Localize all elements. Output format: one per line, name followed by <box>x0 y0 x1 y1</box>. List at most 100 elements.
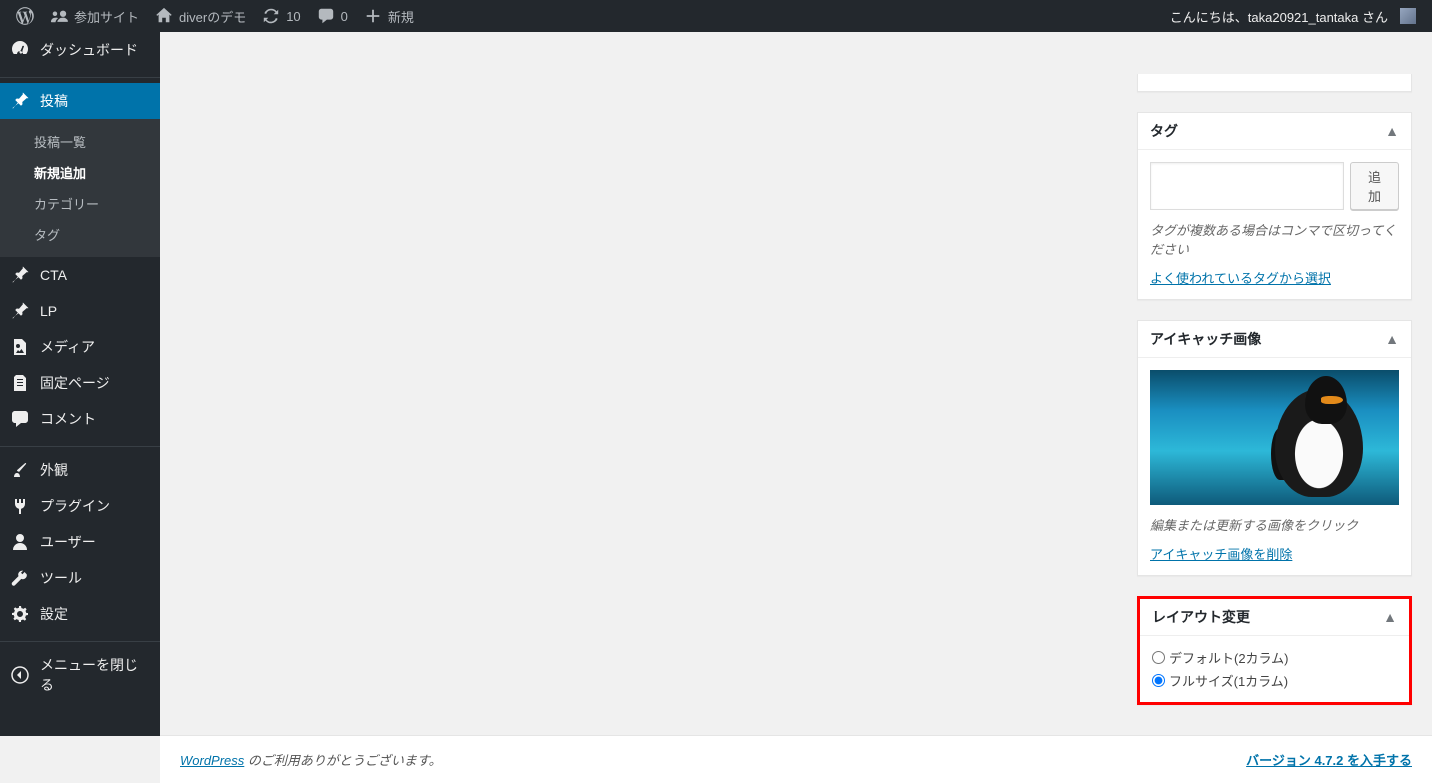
menu-lp[interactable]: LP <box>0 293 160 329</box>
layout-options: デフォルト(2カラム) フルサイズ(1カラム) <box>1152 648 1397 690</box>
toggle-icon[interactable]: ▲ <box>1385 331 1399 347</box>
layout-default-label: デフォルト(2カラム) <box>1169 648 1289 667</box>
layout-default-option[interactable]: デフォルト(2カラム) <box>1152 648 1289 667</box>
toggle-icon[interactable]: ▲ <box>1385 123 1399 139</box>
new-content[interactable]: 新規 <box>356 0 422 32</box>
editor-area <box>160 64 1137 735</box>
menu-users[interactable]: ユーザー <box>0 524 160 560</box>
menu-lp-label: LP <box>40 303 57 319</box>
footer-thanks-text: のご利用ありがとうございます。 <box>244 753 441 768</box>
submenu-categories[interactable]: カテゴリー <box>0 188 160 219</box>
featured-header: アイキャッチ画像 ▲ <box>1138 321 1411 358</box>
layout-body: デフォルト(2カラム) フルサイズ(1カラム) <box>1140 636 1409 702</box>
comment-icon <box>10 409 30 429</box>
user-icon <box>10 532 30 552</box>
menu-cta[interactable]: CTA <box>0 257 160 293</box>
choose-tags-link[interactable]: よく使われているタグから選択 <box>1150 271 1331 286</box>
menu-posts[interactable]: 投稿 <box>0 83 160 119</box>
layout-full-radio[interactable] <box>1152 674 1165 687</box>
admin-bar: 参加サイト diverのデモ 10 0 新規 こんにちは、taka20921_t… <box>0 0 1432 32</box>
new-label: 新規 <box>388 7 414 26</box>
menu-media[interactable]: メディア <box>0 329 160 365</box>
metabox-column: タグ ▲ 追加 タグが複数ある場合はコンマで区切ってください よく使われているタ… <box>1137 64 1432 735</box>
toggle-icon[interactable]: ▲ <box>1383 609 1397 625</box>
site-name[interactable]: diverのデモ <box>147 0 254 32</box>
empty-postbox <box>1137 74 1412 92</box>
submenu-posts: 投稿一覧 新規追加 カテゴリー タグ <box>0 119 160 257</box>
menu-tools[interactable]: ツール <box>0 560 160 596</box>
tags-metabox: タグ ▲ 追加 タグが複数ある場合はコンマで区切ってください よく使われているタ… <box>1137 112 1412 300</box>
layout-full-option[interactable]: フルサイズ(1カラム) <box>1152 671 1288 690</box>
my-sites[interactable]: 参加サイト <box>42 0 147 32</box>
plus-icon <box>364 7 382 25</box>
menu-collapse[interactable]: メニューを閉じる <box>0 647 160 703</box>
wp-logo[interactable] <box>8 0 42 32</box>
tag-input[interactable] <box>1150 162 1344 210</box>
network-icon <box>50 7 68 25</box>
admin-bar-left: 参加サイト diverのデモ 10 0 新規 <box>8 0 422 32</box>
add-tag-button[interactable]: 追加 <box>1350 162 1399 210</box>
my-account[interactable]: こんにちは、taka20921_tantaka さん <box>1162 0 1424 32</box>
menu-dashboard[interactable]: ダッシュボード <box>0 32 160 68</box>
menu-users-label: ユーザー <box>40 532 96 552</box>
content-area: タグ ▲ 追加 タグが複数ある場合はコンマで区切ってください よく使われているタ… <box>160 64 1432 735</box>
layout-full-label: フルサイズ(1カラム) <box>1169 671 1288 690</box>
layout-header: レイアウト変更 ▲ <box>1140 599 1409 636</box>
media-icon <box>10 337 30 357</box>
menu-separator <box>0 637 160 642</box>
wordpress-icon <box>16 7 34 25</box>
wrench-icon <box>10 568 30 588</box>
menu-plugins[interactable]: プラグイン <box>0 488 160 524</box>
site-name-label: diverのデモ <box>179 7 246 26</box>
remove-featured-link[interactable]: アイキャッチ画像を削除 <box>1150 547 1292 562</box>
admin-footer: WordPress のご利用ありがとうございます。 バージョン 4.7.2 を入… <box>160 735 1432 783</box>
dashboard-icon <box>10 40 30 60</box>
avatar <box>1400 8 1416 24</box>
menu-dashboard-label: ダッシュボード <box>40 40 138 60</box>
page-icon <box>10 373 30 393</box>
settings-icon <box>10 604 30 624</box>
submenu-all-posts[interactable]: 投稿一覧 <box>0 126 160 157</box>
admin-sidebar: ダッシュボード 投稿 投稿一覧 新規追加 カテゴリー タグ CTA LP メディ… <box>0 32 160 736</box>
menu-separator <box>0 442 160 447</box>
comments-bar[interactable]: 0 <box>309 0 356 32</box>
menu-comments[interactable]: コメント <box>0 401 160 437</box>
submenu-new-post[interactable]: 新規追加 <box>0 157 160 188</box>
tags-howto: タグが複数ある場合はコンマで区切ってください <box>1150 220 1399 258</box>
admin-bar-right: こんにちは、taka20921_tantaka さん <box>1162 0 1424 32</box>
pin-icon <box>10 265 30 285</box>
menu-pages[interactable]: 固定ページ <box>0 365 160 401</box>
featured-image-metabox: アイキャッチ画像 ▲ 編集または更新する画像をクリック アイキャッチ画像を削除 <box>1137 320 1412 576</box>
pin-icon <box>10 301 30 321</box>
refresh-icon <box>262 7 280 25</box>
my-sites-label: 参加サイト <box>74 7 139 26</box>
menu-settings[interactable]: 設定 <box>0 596 160 632</box>
comments-count: 0 <box>341 9 348 24</box>
plugin-icon <box>10 496 30 516</box>
menu-appearance[interactable]: 外観 <box>0 452 160 488</box>
greeting-text: こんにちは、taka20921_tantaka さん <box>1170 7 1388 26</box>
layout-metabox: レイアウト変更 ▲ デフォルト(2カラム) フルサイズ(1カラム) <box>1137 596 1412 705</box>
tags-title: タグ <box>1150 121 1178 141</box>
menu-posts-label: 投稿 <box>40 91 68 111</box>
layout-default-radio[interactable] <box>1152 651 1165 664</box>
menu-collapse-label: メニューを閉じる <box>40 655 150 695</box>
menu-settings-label: 設定 <box>40 604 68 624</box>
updates[interactable]: 10 <box>254 0 308 32</box>
submenu-tags[interactable]: タグ <box>0 219 160 250</box>
layout-title: レイアウト変更 <box>1152 607 1250 627</box>
home-icon <box>155 7 173 25</box>
menu-media-label: メディア <box>40 337 95 357</box>
footer-thanks: WordPress のご利用ありがとうございます。 <box>180 750 442 769</box>
featured-howto: 編集または更新する画像をクリック <box>1150 515 1399 534</box>
comment-icon <box>317 7 335 25</box>
main-content: タグ ▲ 追加 タグが複数ある場合はコンマで区切ってください よく使われているタ… <box>160 64 1432 783</box>
menu-cta-label: CTA <box>40 267 67 283</box>
penguin-beak <box>1321 396 1343 404</box>
version-link[interactable]: バージョン 4.7.2 を入手する <box>1246 750 1412 769</box>
featured-image-thumbnail[interactable] <box>1150 370 1399 505</box>
menu-pages-label: 固定ページ <box>40 373 110 393</box>
wordpress-link[interactable]: WordPress <box>180 753 244 768</box>
updates-count: 10 <box>286 9 300 24</box>
menu-appearance-label: 外観 <box>40 460 68 480</box>
